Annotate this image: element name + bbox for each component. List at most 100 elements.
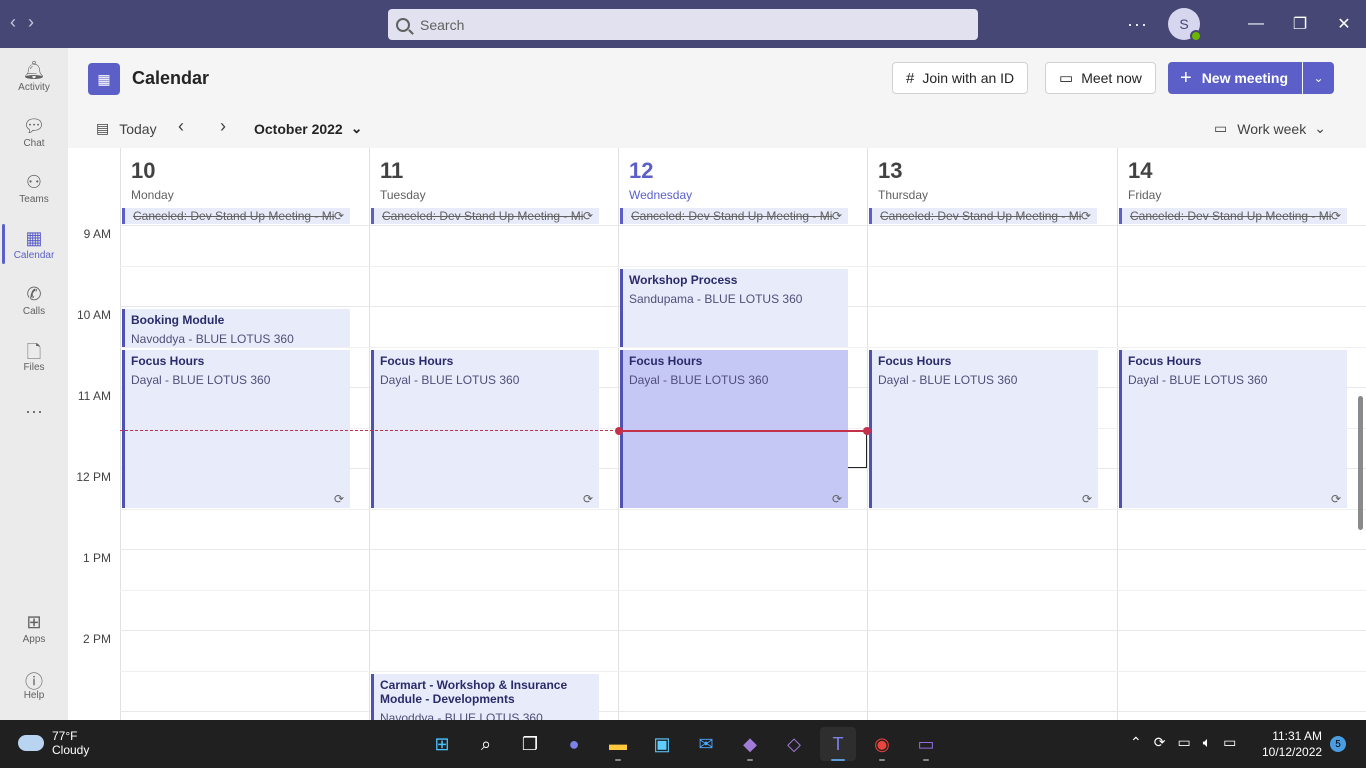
folder-icon: ▬: [609, 733, 627, 754]
month-picker[interactable]: October 2022 ⌄: [254, 120, 362, 137]
clock-date: 10/12/2022: [1262, 745, 1323, 759]
event-workshop-process[interactable]: Workshop Process Sandupama - BLUE LOTUS 3…: [620, 269, 848, 347]
event-focus-hours[interactable]: Focus Hours Dayal - BLUE LOTUS 360 ⟳: [371, 350, 599, 508]
day-header-monday[interactable]: 10 Monday: [120, 148, 369, 208]
event-organizer: Navoddya - BLUE LOTUS 360: [380, 711, 543, 720]
time-label: 2 PM: [82, 632, 111, 646]
file-explorer-icon[interactable]: ▬: [600, 727, 636, 761]
display-icon[interactable]: ▭: [1177, 734, 1190, 751]
history-nav: ‹ ›: [10, 12, 34, 33]
envelope-icon: ✉: [698, 733, 714, 754]
new-meeting-button[interactable]: + New meeting: [1168, 62, 1302, 94]
rail-label: Calendar: [13, 249, 55, 261]
rail-item-calls[interactable]: ✆ Calls: [0, 272, 68, 328]
day-header-tuesday[interactable]: 11 Tuesday: [369, 148, 618, 208]
prev-week-button[interactable]: ‹: [178, 116, 184, 137]
start-icon[interactable]: ⊞: [424, 727, 460, 761]
close-icon[interactable]: ✕: [1322, 0, 1366, 48]
day-column[interactable]: [618, 208, 619, 720]
canceled-standup-event[interactable]: Canceled: Dev Stand Up Meeting - Mi ⟳: [869, 208, 1097, 224]
meet-now-button[interactable]: ▭ Meet now: [1045, 62, 1156, 94]
calendar-header: ▦ Calendar # Join with an ID ▭ Meet now + N…: [68, 48, 1366, 108]
weather-condition: Cloudy: [52, 743, 90, 757]
day-header-wednesday[interactable]: 12 Wednesday: [618, 148, 867, 208]
next-week-button[interactable]: ›: [220, 116, 226, 137]
canceled-standup-event[interactable]: Canceled: Dev Stand Up Meeting - Mi ⟳: [1119, 208, 1347, 224]
rail-item-activity[interactable]: 🔔︎ Activity: [0, 48, 68, 104]
rail-item-calendar[interactable]: ▦ Calendar: [0, 216, 68, 272]
mail-icon[interactable]: ✉: [688, 727, 724, 761]
teams-taskbar-icon[interactable]: T: [820, 727, 856, 761]
more-apps-icon[interactable]: ···: [0, 384, 68, 440]
rail-label: Help: [23, 689, 45, 701]
current-time-dot: [863, 427, 871, 435]
event-focus-hours[interactable]: Focus Hours Dayal - BLUE LOTUS 360 ⟳: [1119, 350, 1347, 508]
day-name: Thursday: [878, 188, 929, 202]
app-rail: 🔔︎ Activity 💬︎ Chat ⚇ Teams ▦ Calendar ✆ Call…: [0, 48, 68, 720]
day-name: Friday: [1128, 188, 1162, 202]
time-label: 10 AM: [76, 308, 111, 322]
search-taskbar-icon[interactable]: ⌕: [468, 727, 504, 761]
rail-item-files[interactable]: 🗋 Files: [0, 328, 68, 384]
day-column[interactable]: [369, 208, 370, 720]
clock[interactable]: 11:31 AM 10/12/2022: [1262, 728, 1322, 760]
sync-icon[interactable]: ⟳: [1154, 734, 1166, 751]
meet-taskbar-icon[interactable]: ●: [556, 727, 592, 761]
rail-label: Chat: [23, 137, 45, 149]
canceled-standup-event[interactable]: Canceled: Dev Stand Up Meeting - Mi ⟳: [371, 208, 599, 224]
selected-slot[interactable]: [848, 430, 867, 468]
weather-widget[interactable]: 77°F Cloudy: [18, 729, 89, 757]
more-options-icon[interactable]: ···: [1127, 14, 1148, 35]
back-arrow-icon[interactable]: ‹: [10, 12, 16, 33]
event-focus-hours[interactable]: Focus Hours Dayal - BLUE LOTUS 360 ⟳: [122, 350, 350, 508]
chevron-up-icon[interactable]: ⌃: [1130, 734, 1142, 751]
avatar-initial: S: [1179, 16, 1189, 32]
rail-item-teams[interactable]: ⚇ Teams: [0, 160, 68, 216]
event-focus-hours[interactable]: Focus Hours Dayal - BLUE LOTUS 360 ⟳: [620, 350, 848, 508]
rail-item-chat[interactable]: 💬︎ Chat: [0, 104, 68, 160]
forward-arrow-icon[interactable]: ›: [28, 12, 34, 33]
visual-studio-icon[interactable]: ◆: [732, 727, 768, 761]
canceled-standup-event[interactable]: Canceled: Dev Stand Up Meeting - Mi ⟳: [122, 208, 350, 224]
search-input[interactable]: Search: [388, 9, 978, 40]
day-column[interactable]: [120, 208, 121, 720]
event-title: Focus Hours: [380, 354, 454, 368]
cloud-icon: [18, 735, 44, 751]
event-booking-module[interactable]: Booking Module Navoddya - BLUE LOTUS 360: [122, 309, 350, 347]
day-header-friday[interactable]: 14 Friday: [1117, 148, 1366, 208]
vs-preview-glyph: ◇: [787, 733, 801, 754]
visual-studio-preview-icon[interactable]: ◇: [776, 727, 812, 761]
title-bar: ‹ › Search ··· S — ❐ ✕: [0, 0, 1366, 48]
view-switcher[interactable]: ▭ Work week ⌄: [1214, 120, 1326, 137]
minimize-icon[interactable]: —: [1234, 0, 1278, 48]
event-focus-hours[interactable]: Focus Hours Dayal - BLUE LOTUS 360 ⟳: [869, 350, 1098, 508]
page-title: Calendar: [132, 68, 210, 88]
rail-item-help[interactable]: ⓘ Help: [0, 656, 68, 712]
vertical-scrollbar[interactable]: [1358, 396, 1363, 530]
day-column[interactable]: [1117, 208, 1118, 720]
today-button[interactable]: ▤ Today: [96, 120, 157, 137]
event-organizer: Dayal - BLUE LOTUS 360: [629, 373, 769, 387]
battery-icon[interactable]: ▭: [1223, 734, 1236, 751]
notification-badge[interactable]: 5: [1330, 736, 1346, 752]
new-meeting-dropdown[interactable]: ⌄: [1303, 62, 1334, 94]
rail-item-apps[interactable]: ⊞ Apps: [0, 600, 68, 656]
volume-icon[interactable]: 🔈︎: [1203, 734, 1211, 751]
recurring-icon: ⟳: [333, 492, 344, 506]
store-icon[interactable]: ▣: [644, 727, 680, 761]
month-label: October 2022: [254, 120, 343, 137]
event-title: Carmart - Workshop & Insurance Module - …: [380, 678, 568, 706]
day-column[interactable]: [867, 208, 868, 720]
canceled-standup-event[interactable]: Canceled: Dev Stand Up Meeting - Mi ⟳: [620, 208, 848, 224]
video-icon: ▭: [1059, 70, 1074, 87]
chrome-icon[interactable]: ◉: [864, 727, 900, 761]
plus-icon: +: [1180, 66, 1192, 89]
join-with-id-button[interactable]: # Join with an ID: [892, 62, 1029, 94]
task-view-icon[interactable]: ❐: [512, 727, 548, 761]
restore-icon[interactable]: ❐: [1278, 0, 1322, 48]
event-carmart-workshop[interactable]: Carmart - Workshop & Insurance Module - …: [371, 674, 599, 720]
terminal-icon[interactable]: ▭: [908, 727, 944, 761]
avatar[interactable]: S: [1168, 8, 1202, 42]
recurring-icon: ⟳: [1080, 209, 1091, 223]
day-header-thursday[interactable]: 13 Thursday: [867, 148, 1117, 208]
